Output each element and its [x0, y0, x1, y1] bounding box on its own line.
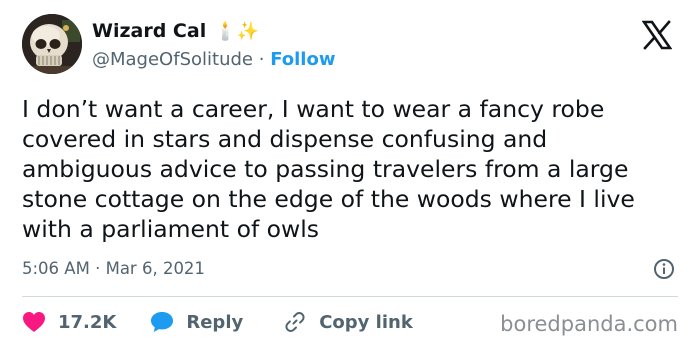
action-bar: 17.2K Reply Copy link [22, 309, 413, 335]
reply-label: Reply [186, 311, 244, 333]
info-icon[interactable] [653, 258, 675, 280]
tweet-time: 5:06 AM [22, 259, 90, 278]
candle-sparkles-emoji: 🕯️✨ [214, 20, 260, 42]
author-handle[interactable]: @MageOfSolitude [92, 49, 253, 70]
heart-icon [23, 312, 45, 332]
watermark: boredpanda.com [500, 312, 678, 336]
reply-button[interactable]: Reply [150, 311, 243, 333]
link-icon [285, 312, 305, 332]
speech-bubble-icon [151, 312, 174, 332]
copy-link-button[interactable]: Copy link [283, 310, 413, 334]
tweet-text: I don’t want a career, I want to wear a … [22, 95, 635, 243]
skull-avatar-image [22, 14, 82, 74]
author-name-row: Wizard Cal 🕯️✨ [92, 20, 259, 42]
follow-button[interactable]: Follow [270, 49, 335, 70]
divider [22, 296, 678, 297]
display-name[interactable]: Wizard Cal [92, 20, 206, 42]
handle-separator: · [258, 49, 265, 70]
like-count: 17.2K [58, 311, 117, 333]
like-button[interactable]: 17.2K [22, 311, 116, 333]
tweet-timestamp[interactable]: 5:06 AM · Mar 6, 2021 [22, 259, 205, 278]
copy-link-label: Copy link [319, 311, 413, 333]
avatar[interactable] [22, 14, 82, 74]
timestamp-separator: · [95, 259, 101, 278]
tweet-date: Mar 6, 2021 [105, 259, 205, 278]
x-logo-icon[interactable] [642, 20, 672, 50]
handle-row: @MageOfSolitude · Follow [92, 49, 335, 70]
